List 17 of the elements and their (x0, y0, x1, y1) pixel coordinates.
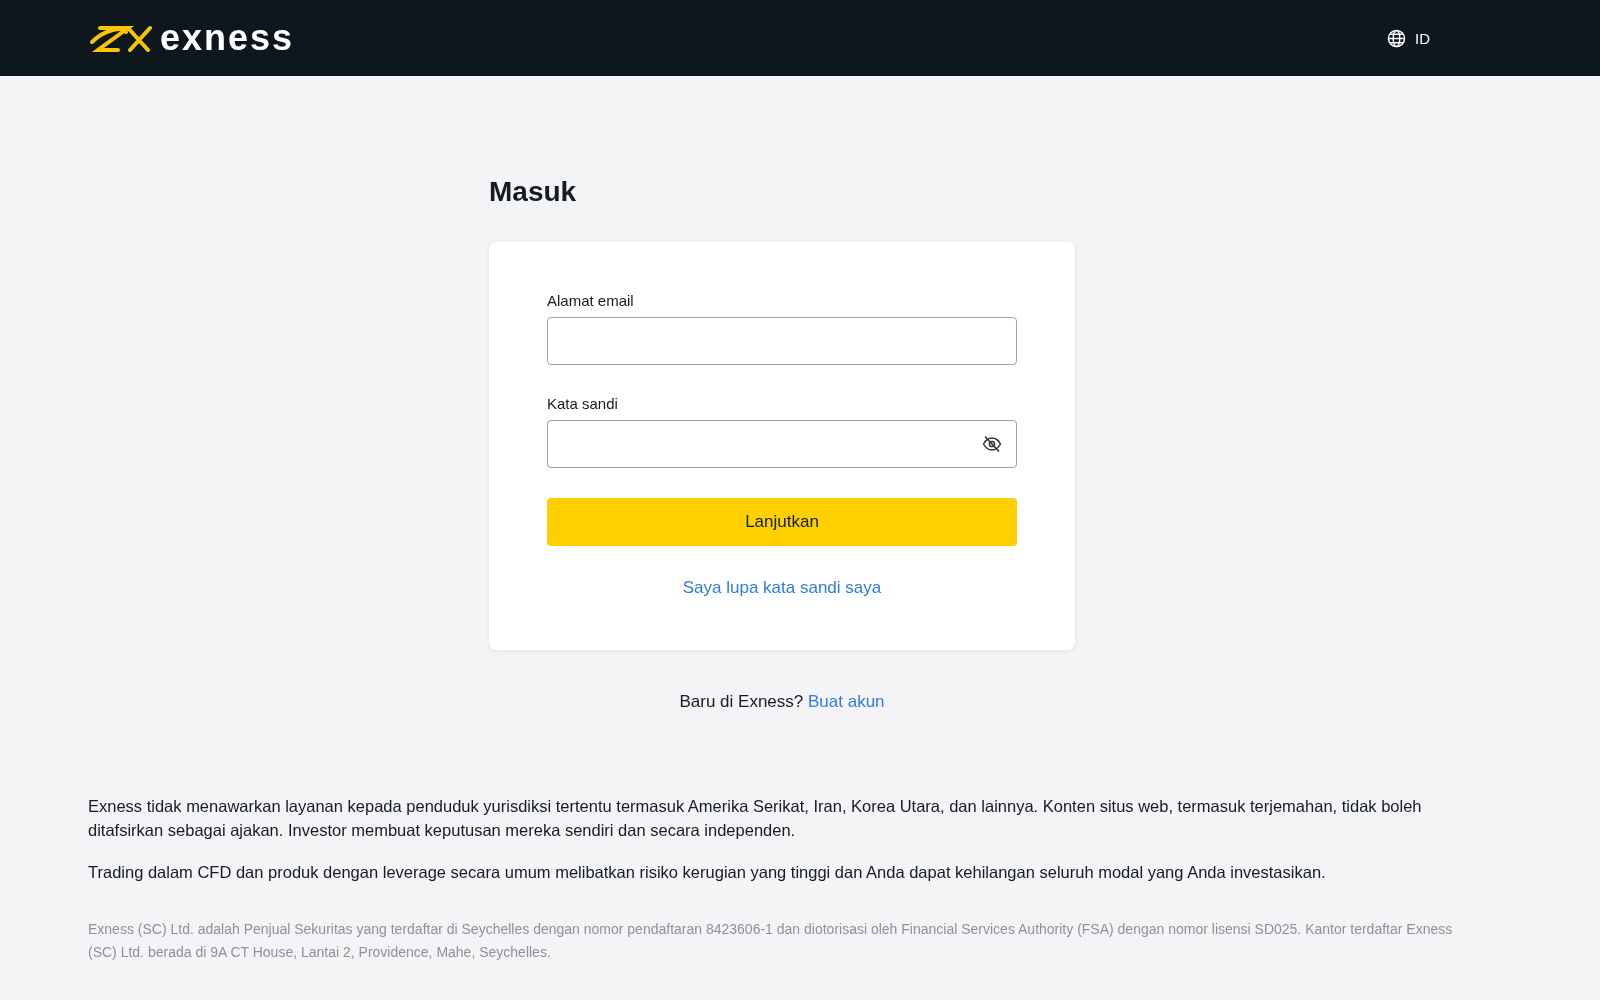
globe-icon[interactable] (1387, 28, 1406, 48)
forgot-password-link[interactable]: Saya lupa kata sandi saya (682, 578, 882, 597)
logo-icon (88, 24, 154, 52)
password-field[interactable] (547, 420, 1017, 468)
continue-button[interactable]: Lanjutkan (547, 498, 1017, 546)
field-label: Alamat email (547, 292, 634, 309)
language-selector[interactable]: ID (1415, 29, 1430, 47)
disclaimer-text: Exness tidak menawarkan layanan kepada penduduk yurisdiksi tertentu termasuk Amerika Serikat, Iran, Korea Utara, dan lainnya. Konten situs web, termasuk terjemahan, tidak boleh ditafsirkan sebagai ajakan. Investor membuat keputusan mereka sendiri dan secara independen. (88, 796, 1423, 841)
create-account-link[interactable]: Buat akun (808, 692, 885, 711)
email-field[interactable] (547, 317, 1017, 365)
field-label: Kata sandi (547, 395, 618, 412)
disclaimer-text: Trading dalam CFD dan produk dengan leverage secara umum melibatkan risiko kerugian yang tinggi dan Anda dapat kehilangan seluruh modal yang Anda investasikan. (88, 862, 1327, 883)
hidden-eye-icon[interactable] (982, 435, 1002, 453)
logo-text: exness (160, 20, 295, 56)
signup-prompt: Baru di Exness? (679, 692, 804, 711)
page-title: Masuk (489, 176, 577, 208)
legal-notice: Exness (SC) Ltd. adalah Penjual Sekuritas yang terdaftar di Seychelles dengan nomor pendaftaran 8423606-1 dan diotorisasi oleh Financial Services Authority (FSA) dengan nomor lisensi SD025. Kantor terdaftar Exness (SC) Ltd. berada di 9A CT House, Lantai 2, Providence, Mahe, Seychelles. (88, 920, 1454, 962)
